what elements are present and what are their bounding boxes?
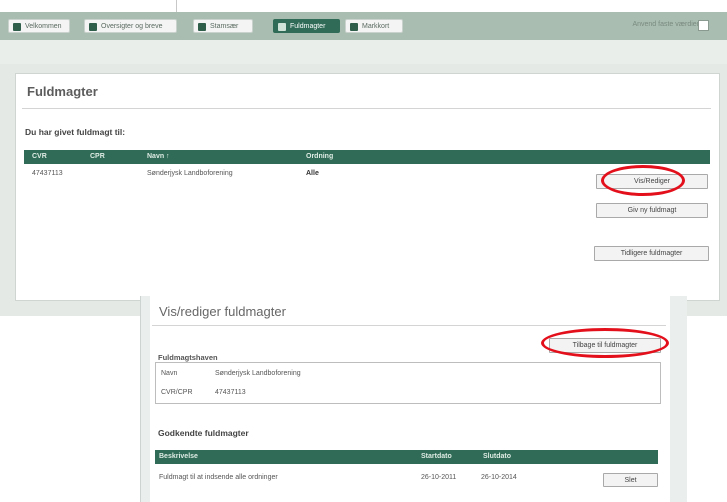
tab-velkommen[interactable]: Velkommen bbox=[8, 19, 70, 33]
title-divider bbox=[22, 108, 711, 109]
highlight-circle bbox=[601, 165, 685, 196]
field-label-navn: Navn bbox=[161, 370, 178, 377]
tab-icon bbox=[350, 23, 358, 31]
tab-icon bbox=[198, 23, 206, 31]
column-header-slutdato[interactable]: Slutdato bbox=[483, 453, 511, 460]
fixed-values-label: Anvend faste værdier bbox=[632, 21, 699, 28]
column-header-cvr[interactable]: CVR bbox=[32, 153, 47, 160]
top-divider bbox=[176, 0, 177, 12]
group-label: Fuldmagtshaven bbox=[158, 353, 218, 362]
tab-icon bbox=[278, 23, 286, 31]
section-title: Vis/rediger fuldmagter bbox=[159, 304, 286, 319]
tidligere-fuldmagter-button[interactable]: Tidligere fuldmagter bbox=[594, 246, 709, 261]
column-header-ordning[interactable]: Ordning bbox=[306, 153, 333, 160]
giv-ny-fuldmagt-button[interactable]: Giv ny fuldmagt bbox=[596, 203, 708, 218]
field-label-cvr: CVR/CPR bbox=[161, 389, 193, 396]
cell-cvr: 47437113 bbox=[32, 170, 63, 177]
section-subtitle: Du har givet fuldmagt til: bbox=[25, 127, 126, 137]
page-title: Fuldmagter bbox=[27, 84, 98, 99]
slet-button[interactable]: Slet bbox=[603, 473, 658, 487]
cell-slutdato: 26-10-2014 bbox=[481, 474, 517, 481]
cell-beskrivelse: Fuldmagt til at indsende alle ordninger bbox=[159, 474, 278, 481]
tab-fuldmagter[interactable]: Fuldmagter bbox=[273, 19, 340, 33]
tab-markkort[interactable]: Markkort bbox=[345, 19, 403, 33]
sub-bar bbox=[0, 40, 727, 65]
column-header-cpr[interactable]: CPR bbox=[90, 153, 105, 160]
tab-stamsaer[interactable]: Stamsær bbox=[193, 19, 253, 33]
cell-navn: Sønderjysk Landboforening bbox=[147, 170, 233, 177]
table-row: Fuldmagt til at indsende alle ordninger … bbox=[155, 470, 658, 486]
fixed-values-checkbox[interactable] bbox=[698, 20, 709, 31]
column-header-startdato[interactable]: Startdato bbox=[421, 453, 452, 460]
tab-icon bbox=[89, 23, 97, 31]
table-header: Beskrivelse Startdato Slutdato bbox=[155, 450, 658, 464]
highlight-circle bbox=[541, 328, 669, 358]
tab-icon bbox=[13, 23, 21, 31]
table-header: CVR CPR Navn ↑ Ordning bbox=[24, 150, 710, 164]
cell-startdato: 26-10-2011 bbox=[421, 474, 457, 481]
cell-ordning: Alle bbox=[306, 170, 319, 177]
top-nav: Velkommen Oversigter og breve Stamsær Fu… bbox=[0, 12, 727, 40]
column-header-beskrivelse[interactable]: Beskrivelse bbox=[159, 453, 198, 460]
title-divider bbox=[152, 325, 666, 326]
fuldmagtshaver-box: Navn Sønderjysk Landboforening CVR/CPR 4… bbox=[155, 362, 661, 404]
field-value-cvr: 47437113 bbox=[215, 389, 246, 396]
approved-title: Godkendte fuldmagter bbox=[158, 428, 249, 438]
field-value-navn: Sønderjysk Landboforening bbox=[215, 370, 301, 377]
column-header-navn[interactable]: Navn ↑ bbox=[147, 153, 170, 160]
tab-oversigter[interactable]: Oversigter og breve bbox=[84, 19, 177, 33]
